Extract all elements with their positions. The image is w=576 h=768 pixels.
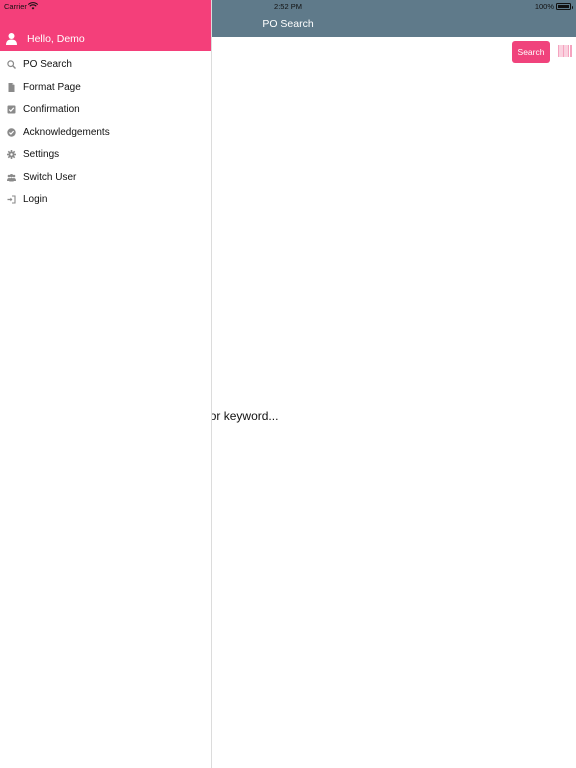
- drawer-menu: PO Search Format Page Confirmation Ackno…: [0, 54, 211, 212]
- menu-item-label: Login: [23, 194, 48, 205]
- search-button[interactable]: Search: [512, 41, 550, 63]
- drawer-header: Carrier Hello, Demo: [0, 0, 211, 51]
- menu-item-login[interactable]: Login: [0, 189, 211, 212]
- menu-item-label: Settings: [23, 149, 60, 160]
- user-greeting: Hello, Demo: [27, 33, 85, 45]
- menu-item-label: Acknowledgements: [23, 126, 110, 138]
- menu-item-label: PO Search: [23, 59, 72, 70]
- menu-item-format-page[interactable]: Format Page: [0, 77, 211, 100]
- menu-item-po-search[interactable]: PO Search: [0, 54, 211, 77]
- menu-item-settings[interactable]: Settings: [0, 144, 211, 167]
- menu-item-label: Switch User: [23, 171, 77, 183]
- sign-in-icon: [7, 195, 16, 204]
- user-icon: [6, 33, 17, 45]
- battery-icon: [556, 3, 573, 10]
- menu-item-switch-user[interactable]: Switch User: [0, 167, 211, 190]
- status-battery-percent: 100%: [534, 2, 554, 11]
- users-icon: [7, 173, 16, 181]
- check-circle-icon: [7, 127, 16, 137]
- menu-item-confirmation[interactable]: Confirmation: [0, 99, 211, 122]
- status-carrier: Carrier: [4, 2, 27, 11]
- side-drawer: Carrier Hello, Demo PO Search Format Pag…: [0, 0, 212, 768]
- document-icon: [8, 82, 15, 92]
- gear-icon: [7, 150, 16, 159]
- menu-item-acknowledgements[interactable]: Acknowledgements: [0, 122, 211, 145]
- menu-item-label: Format Page: [23, 81, 81, 93]
- wifi-icon: [28, 2, 38, 10]
- menu-item-label: Confirmation: [23, 104, 80, 115]
- checkbox-icon: [7, 105, 16, 114]
- barcode-icon[interactable]: [558, 45, 572, 57]
- search-icon: [7, 60, 16, 69]
